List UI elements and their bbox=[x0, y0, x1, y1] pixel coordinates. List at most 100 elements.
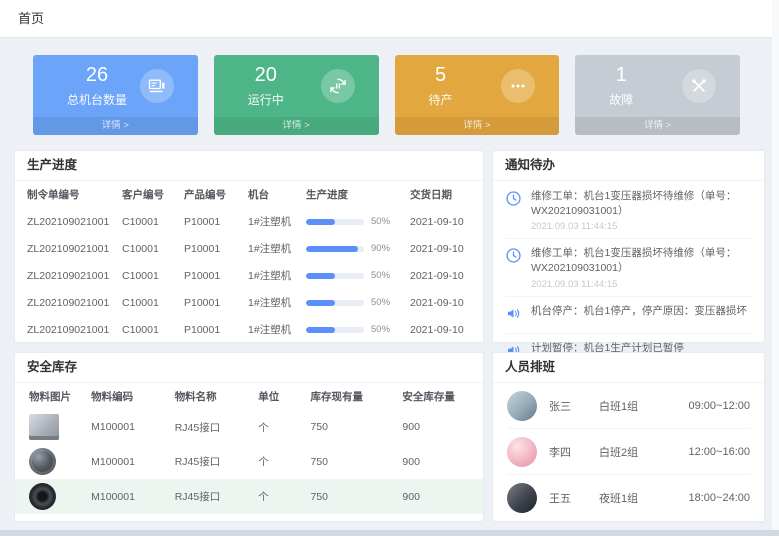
card-detail-link[interactable]: 详情 > bbox=[33, 117, 198, 135]
progress-bar bbox=[306, 273, 364, 279]
staff-row[interactable]: 李四 白班2组 12:00~16:00 bbox=[507, 429, 750, 475]
cell-unit: 个 bbox=[255, 479, 307, 514]
cell-machine: 1#注塑机 bbox=[245, 289, 303, 316]
card-detail-link[interactable]: 详情 > bbox=[214, 117, 379, 135]
col-order: 制令单编号 bbox=[15, 181, 119, 208]
cell-customer: C10001 bbox=[119, 262, 181, 289]
staff-row[interactable]: 王五 夜班1组 18:00~24:00 bbox=[507, 475, 750, 521]
stat-card-info: 1 故障 bbox=[609, 64, 633, 108]
avatar bbox=[507, 391, 537, 421]
top-header: 首页 bbox=[0, 0, 779, 38]
cell-customer: C10001 bbox=[119, 316, 181, 343]
col-customer: 客户编号 bbox=[119, 181, 181, 208]
stat-card-total-machines[interactable]: 26 总机台数量 详情 > bbox=[33, 55, 198, 135]
staff-row[interactable]: 张三 白班1组 09:00~12:00 bbox=[507, 383, 750, 429]
cell-progress: 50% bbox=[303, 316, 407, 343]
cell-machine: 1#注塑机 bbox=[245, 316, 303, 343]
cell-stock: 750 bbox=[307, 444, 399, 479]
notice-item[interactable]: 维修工单：机台1变压器损坏待维修（单号：WX202109031001） 2021… bbox=[505, 182, 752, 239]
cell-unit: 个 bbox=[255, 410, 307, 444]
cell-code: M100001 bbox=[88, 444, 172, 479]
clock-icon bbox=[505, 190, 523, 232]
notices-panel: 通知待办 维修工单：机台1变压器损坏待维修（单号：WX202109031001）… bbox=[492, 150, 765, 343]
progress-bar bbox=[306, 219, 364, 225]
cell-product: P10001 bbox=[181, 316, 245, 343]
cell-code: M100001 bbox=[88, 479, 172, 514]
table-row[interactable]: M100001 RJ45接口 个 750 900 bbox=[15, 410, 483, 444]
card-detail-link[interactable]: 详情 > bbox=[395, 117, 560, 135]
stat-card-info: 26 总机台数量 bbox=[67, 64, 127, 108]
dashboard-page: 首页 26 总机台数量 详情 > 20 运行中 bbox=[0, 0, 779, 536]
cell-machine: 1#注塑机 bbox=[245, 208, 303, 235]
cell-progress: 90% bbox=[303, 235, 407, 262]
cell-safety: 900 bbox=[399, 479, 483, 514]
cell-stock: 750 bbox=[307, 410, 399, 444]
production-table: 制令单编号 客户编号 产品编号 机台 生产进度 交货日期 ZL202109021… bbox=[15, 181, 483, 343]
scrollbar-track[interactable] bbox=[772, 0, 779, 536]
staff-shift: 白班2组 bbox=[599, 444, 661, 460]
col-date: 交货日期 bbox=[407, 181, 483, 208]
cell-name: RJ45接口 bbox=[172, 444, 256, 479]
cell-customer: C10001 bbox=[119, 235, 181, 262]
progress-label: 50% bbox=[371, 324, 390, 335]
progress-label: 50% bbox=[371, 270, 390, 281]
stat-label: 待产 bbox=[429, 91, 453, 108]
material-image-speaker bbox=[29, 483, 56, 510]
stat-card-info: 5 待产 bbox=[429, 64, 453, 108]
safety-stock-panel: 安全库存 物料图片 物料编码 物料名称 单位 库存现有量 安全库存量 M1000… bbox=[14, 352, 484, 522]
table-row[interactable]: ZL202109021001 C10001 P10001 1#注塑机 50% 2… bbox=[15, 262, 483, 289]
staff-list: 张三 白班1组 09:00~12:00 李四 白班2组 12:00~16:00 … bbox=[493, 383, 764, 521]
panel-title: 通知待办 bbox=[493, 151, 764, 181]
stat-value: 26 bbox=[67, 64, 127, 87]
staff-name: 王五 bbox=[549, 490, 599, 506]
card-detail-link[interactable]: 详情 > bbox=[575, 117, 740, 135]
cell-unit: 个 bbox=[255, 444, 307, 479]
staff-schedule-panel: 人员排班 张三 白班1组 09:00~12:00 李四 白班2组 12:00~1… bbox=[492, 352, 765, 522]
cell-date: 2021-09-10 bbox=[407, 235, 483, 262]
notice-item[interactable]: 机台停产：机台1停产，停产原因：变压器损坏 bbox=[505, 297, 752, 334]
stat-card-fault[interactable]: 1 故障 详情 > bbox=[575, 55, 740, 135]
cell-safety: 900 bbox=[399, 410, 483, 444]
tab-home[interactable]: 首页 bbox=[18, 0, 44, 38]
table-row[interactable]: M100001 RJ45接口 个 750 900 bbox=[15, 479, 483, 514]
notice-text: 机台停产：机台1停产，停产原因：变压器损坏 bbox=[531, 304, 747, 319]
window-bottom-edge bbox=[0, 530, 779, 536]
col-name: 物料名称 bbox=[172, 383, 256, 410]
col-code: 物料编码 bbox=[88, 383, 172, 410]
table-row[interactable]: ZL202109021001 C10001 P10001 1#注塑机 50% 2… bbox=[15, 208, 483, 235]
cell-machine: 1#注塑机 bbox=[245, 262, 303, 289]
table-row[interactable]: ZL202109021001 C10001 P10001 1#注塑机 50% 2… bbox=[15, 316, 483, 343]
speaker-icon bbox=[505, 305, 523, 327]
cell-machine: 1#注塑机 bbox=[245, 235, 303, 262]
machine-icon bbox=[140, 69, 174, 103]
staff-shift: 白班1组 bbox=[599, 398, 661, 414]
stat-label: 故障 bbox=[609, 91, 633, 108]
notice-list: 维修工单：机台1变压器损坏待维修（单号：WX202109031001） 2021… bbox=[493, 181, 764, 375]
stat-card-waiting[interactable]: 5 待产 详情 > bbox=[395, 55, 560, 135]
progress-label: 50% bbox=[371, 297, 390, 308]
cell-customer: C10001 bbox=[119, 208, 181, 235]
cell-order: ZL202109021001 bbox=[15, 262, 119, 289]
col-safety: 安全库存量 bbox=[399, 383, 483, 410]
cell-safety: 900 bbox=[399, 444, 483, 479]
cell-product: P10001 bbox=[181, 262, 245, 289]
staff-name: 李四 bbox=[549, 444, 599, 460]
progress-label: 90% bbox=[371, 243, 390, 254]
notice-item[interactable]: 维修工单：机台1变压器损坏待维修（单号：WX202109031001） 2021… bbox=[505, 239, 752, 296]
col-product: 产品编号 bbox=[181, 181, 245, 208]
cell-customer: C10001 bbox=[119, 289, 181, 316]
table-header-row: 制令单编号 客户编号 产品编号 机台 生产进度 交货日期 bbox=[15, 181, 483, 208]
col-image: 物料图片 bbox=[15, 383, 88, 410]
cell-product: P10001 bbox=[181, 289, 245, 316]
col-unit: 单位 bbox=[255, 383, 307, 410]
ellipsis-icon bbox=[501, 69, 535, 103]
cell-progress: 50% bbox=[303, 262, 407, 289]
running-icon bbox=[321, 69, 355, 103]
clock-icon bbox=[505, 247, 523, 289]
stat-card-running[interactable]: 20 运行中 详情 > bbox=[214, 55, 379, 135]
table-row[interactable]: M100001 RJ45接口 个 750 900 bbox=[15, 444, 483, 479]
table-row[interactable]: ZL202109021001 C10001 P10001 1#注塑机 90% 2… bbox=[15, 235, 483, 262]
table-row[interactable]: ZL202109021001 C10001 P10001 1#注塑机 50% 2… bbox=[15, 289, 483, 316]
panel-title: 安全库存 bbox=[15, 353, 483, 383]
cell-order: ZL202109021001 bbox=[15, 208, 119, 235]
